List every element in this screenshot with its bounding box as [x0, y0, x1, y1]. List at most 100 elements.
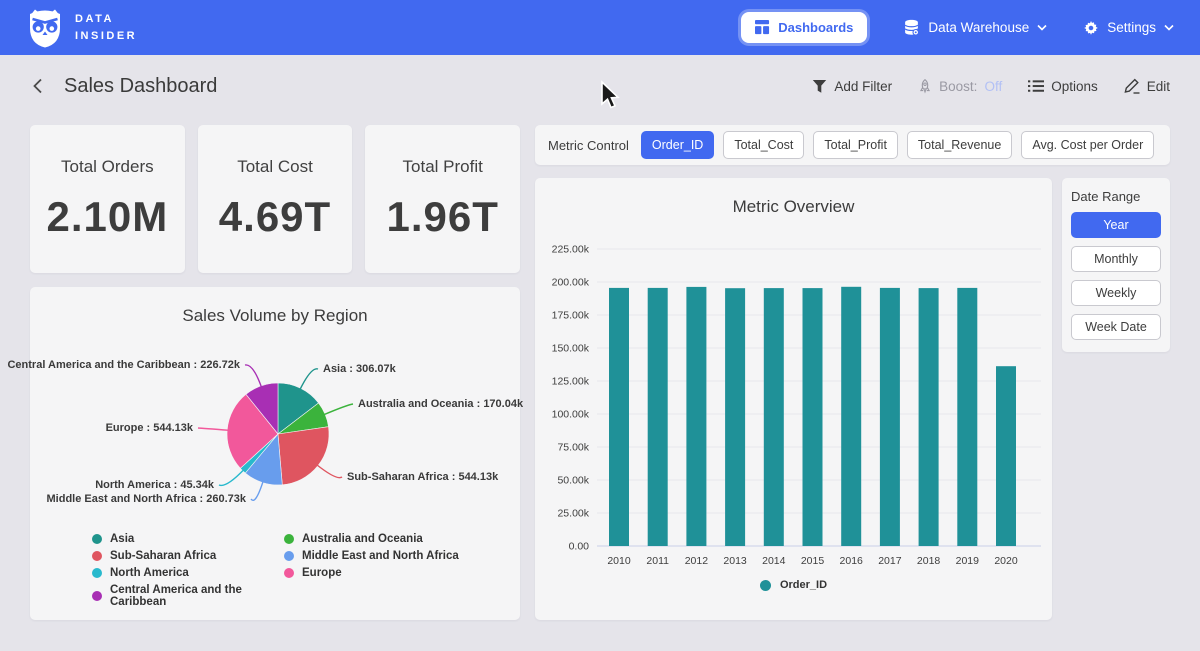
nav-settings[interactable]: Settings — [1083, 20, 1174, 36]
legend-dot — [284, 568, 294, 578]
x-axis-tick: 2020 — [994, 555, 1018, 567]
bar-legend-label: Order_ID — [780, 579, 827, 591]
y-axis-tick: 100.00k — [552, 409, 590, 421]
pie-label-middle-east-and-north-africa: Middle East and North Africa : 260.73k — [47, 493, 246, 505]
bar-chart-legend[interactable]: Order_ID — [535, 579, 1052, 591]
bar-2010[interactable] — [609, 288, 629, 546]
pie-leader-line — [316, 465, 342, 478]
bar-2019[interactable] — [957, 288, 977, 546]
back-chevron-icon — [30, 77, 46, 95]
gear-icon — [1083, 20, 1099, 36]
kpi-card-total-profit[interactable]: Total Profit 1.96T — [365, 125, 520, 273]
chevron-down-icon — [1037, 24, 1047, 31]
x-axis-tick: 2018 — [917, 555, 941, 567]
legend-dot — [284, 551, 294, 561]
boost-label: Boost: — [939, 79, 977, 94]
y-axis-tick: 200.00k — [552, 277, 590, 289]
kpi-card-total-orders[interactable]: Total Orders 2.10M — [30, 125, 185, 273]
metric-button-total-revenue[interactable]: Total_Revenue — [907, 131, 1012, 159]
pie-label-north-america: North America : 45.34k — [95, 479, 214, 491]
x-axis-tick: 2015 — [801, 555, 825, 567]
pie-legend: Asia Australia and Oceania Sub-Saharan Afr… — [92, 533, 459, 608]
legend-dot — [92, 568, 102, 578]
y-axis-tick: 50.00k — [557, 475, 589, 487]
pie-leader-line — [219, 469, 244, 485]
legend-label: Australia and Oceania — [302, 533, 423, 545]
bar-2017[interactable] — [880, 288, 900, 546]
brand: DATA INSIDER — [26, 8, 137, 48]
metric-button-total-cost[interactable]: Total_Cost — [723, 131, 804, 159]
page-header: Sales Dashboard Add Filter Boost: Off — [0, 55, 1200, 117]
x-axis-tick: 2011 — [646, 555, 669, 567]
boost-rocket-icon — [918, 78, 932, 94]
x-axis-tick: 2017 — [878, 555, 902, 567]
legend-label: Asia — [110, 533, 134, 545]
y-axis-tick: 125.00k — [552, 376, 590, 388]
edit-label: Edit — [1147, 79, 1170, 94]
boost-state: Off — [984, 79, 1002, 94]
y-axis-tick: 0.00 — [569, 541, 590, 553]
filter-funnel-icon — [812, 79, 827, 94]
date-range-button-weekly[interactable]: Weekly — [1071, 280, 1161, 306]
bar-2020[interactable] — [996, 366, 1016, 546]
date-range-button-year[interactable]: Year — [1071, 212, 1161, 238]
kpi-row: Total Orders 2.10M Total Cost 4.69T Tota… — [30, 125, 520, 273]
legend-item-europe[interactable]: Europe — [284, 567, 459, 579]
bar-2012[interactable] — [686, 287, 706, 546]
bar-2014[interactable] — [764, 288, 784, 546]
x-axis-tick: 2012 — [685, 555, 709, 567]
boost-toggle[interactable]: Boost: Off — [918, 78, 1002, 94]
options-button[interactable]: Options — [1028, 79, 1098, 94]
add-filter-label: Add Filter — [834, 79, 892, 94]
legend-item-sub-saharan-africa[interactable]: Sub-Saharan Africa — [92, 550, 284, 562]
x-axis-tick: 2013 — [723, 555, 747, 567]
metric-button-order-id[interactable]: Order_ID — [641, 131, 714, 159]
metric-button-avg-cost-per-order[interactable]: Avg. Cost per Order — [1021, 131, 1154, 159]
nav-settings-label: Settings — [1107, 20, 1156, 35]
bar-chart-canvas[interactable]: 0.0025.00k50.00k75.00k100.00k125.00k150.… — [535, 220, 1052, 580]
date-range-label: Date Range — [1071, 189, 1161, 204]
bar-2013[interactable] — [725, 288, 745, 546]
kpi-label: Total Cost — [237, 157, 313, 177]
legend-item-asia[interactable]: Asia — [92, 533, 284, 545]
database-icon — [903, 19, 920, 36]
legend-dot — [92, 551, 102, 561]
bar-chart-title: Metric Overview — [535, 178, 1052, 217]
x-axis-tick: 2019 — [956, 555, 980, 567]
chevron-down-icon — [1164, 24, 1174, 31]
nav-dashboards-label: Dashboards — [778, 20, 853, 35]
kpi-value: 2.10M — [46, 193, 168, 241]
bar-2015[interactable] — [803, 288, 823, 546]
options-label: Options — [1051, 79, 1098, 94]
kpi-value: 4.69T — [219, 193, 331, 241]
pie-label-central-america-and-the-caribbean: Central America and the Caribbean : 226.… — [7, 359, 240, 371]
kpi-card-total-cost[interactable]: Total Cost 4.69T — [198, 125, 353, 273]
nav-dashboards-button[interactable]: Dashboards — [741, 12, 867, 43]
legend-item-central-america-and-the-caribbean[interactable]: Central America and the Caribbean — [92, 584, 284, 608]
date-range-button-monthly[interactable]: Monthly — [1071, 246, 1161, 272]
legend-item-middle-east-and-north-africa[interactable]: Middle East and North Africa — [284, 550, 459, 562]
pie-label-asia: Asia : 306.07k — [323, 363, 396, 375]
y-axis-tick: 75.00k — [557, 442, 589, 454]
bar-2018[interactable] — [919, 288, 939, 546]
pie-leader-line — [323, 404, 353, 415]
dashboards-grid-icon — [755, 20, 770, 35]
back-button[interactable] — [30, 77, 46, 95]
bar-2011[interactable] — [648, 288, 668, 546]
metric-button-total-profit[interactable]: Total_Profit — [813, 131, 898, 159]
legend-label: North America — [110, 567, 189, 579]
legend-item-australia-and-oceania[interactable]: Australia and Oceania — [284, 533, 459, 545]
pie-leader-line — [198, 428, 229, 430]
bar-2016[interactable] — [841, 287, 861, 546]
add-filter-button[interactable]: Add Filter — [812, 79, 892, 94]
y-axis-tick: 225.00k — [552, 244, 590, 256]
pie-slice-sub-saharan-africa[interactable] — [278, 427, 329, 485]
bar-chart-panel: Metric Overview 0.0025.00k50.00k75.00k10… — [535, 178, 1052, 620]
x-axis-tick: 2010 — [607, 555, 631, 567]
date-range-button-week-date[interactable]: Week Date — [1071, 314, 1161, 340]
nav-data-warehouse[interactable]: Data Warehouse — [903, 19, 1047, 36]
edit-button[interactable]: Edit — [1124, 78, 1170, 94]
legend-item-north-america[interactable]: North America — [92, 567, 284, 579]
pie-leader-line — [300, 369, 318, 390]
legend-label: Sub-Saharan Africa — [110, 550, 216, 562]
